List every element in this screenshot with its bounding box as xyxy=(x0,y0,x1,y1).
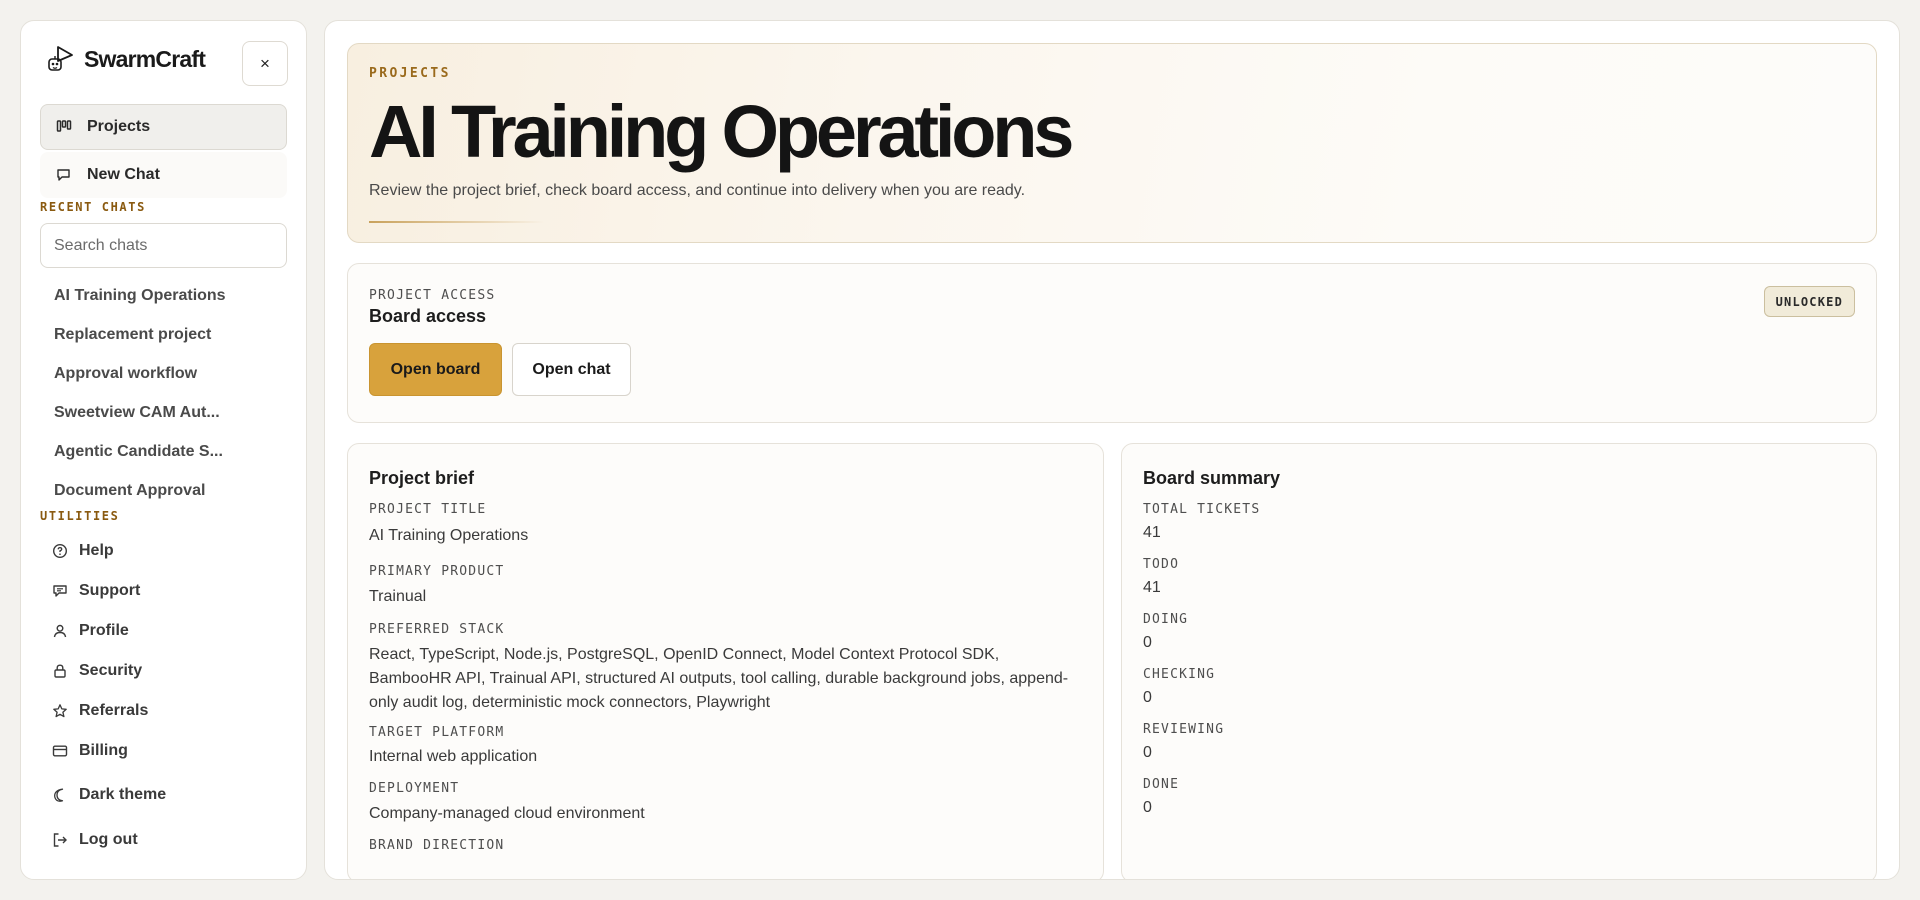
field-value: Trainual xyxy=(369,588,427,605)
util-dark-theme[interactable]: Dark theme xyxy=(40,774,287,816)
util-help-label: Help xyxy=(79,542,114,559)
card-icon xyxy=(52,743,68,759)
util-log-out-label: Log out xyxy=(79,831,138,848)
stat-value: 41 xyxy=(1143,524,1161,541)
profile-icon xyxy=(52,623,68,639)
chat-item[interactable]: AI Training Operations xyxy=(40,276,287,315)
lock-icon xyxy=(52,663,68,679)
board-summary-card: Board summary TOTAL TICKETS 41 TODO 41 D… xyxy=(1121,443,1877,879)
util-security[interactable]: Security xyxy=(40,651,287,691)
util-billing-label: Billing xyxy=(79,742,128,759)
project-header: PROJECTS AI Training Operations Review t… xyxy=(347,43,1877,243)
field-label: PRIMARY PRODUCT xyxy=(369,564,505,579)
chat-item[interactable]: Document Approval xyxy=(40,471,287,501)
chat-item[interactable]: Sweetview CAM Aut... xyxy=(40,393,287,432)
util-profile[interactable]: Profile xyxy=(40,611,287,651)
robot-logo-icon xyxy=(48,46,73,71)
field-value: AI Training Operations xyxy=(369,527,529,544)
page-subtitle: Review the project brief, check board ac… xyxy=(369,182,1026,199)
board-summary-title: Board summary xyxy=(1143,468,1281,488)
recent-chats-label: RECENT CHATS xyxy=(40,200,146,214)
support-icon xyxy=(52,583,68,599)
nav-new-chat[interactable]: New Chat xyxy=(40,152,287,198)
utilities-list: Help Support Profile Security Referrals … xyxy=(40,531,287,861)
util-referrals-label: Referrals xyxy=(79,702,149,719)
project-access-panel: PROJECT ACCESS Board access UNLOCKED Ope… xyxy=(347,263,1877,423)
field-label: PREFERRED STACK xyxy=(369,622,505,637)
stat-label: REVIEWING xyxy=(1143,722,1225,737)
util-profile-label: Profile xyxy=(79,622,129,639)
field-label: PROJECT TITLE xyxy=(369,502,487,517)
recent-chats-list: AI Training Operations Replacement proje… xyxy=(40,276,287,501)
field-value: Internal web application xyxy=(369,748,538,765)
board-access-title: Board access xyxy=(369,306,487,326)
util-help[interactable]: Help xyxy=(40,531,287,571)
stat-label: DONE xyxy=(1143,777,1180,792)
nav-projects-label: Projects xyxy=(87,118,151,135)
util-log-out[interactable]: Log out xyxy=(40,819,287,861)
nav-new-chat-label: New Chat xyxy=(87,166,160,183)
field-label: BRAND DIRECTION xyxy=(369,838,505,853)
util-support-label: Support xyxy=(79,582,141,599)
open-chat-button[interactable]: Open chat xyxy=(512,343,631,396)
main-content: PROJECTS AI Training Operations Review t… xyxy=(324,20,1900,880)
stat-label: TODO xyxy=(1143,557,1180,572)
status-badge: UNLOCKED xyxy=(1763,286,1855,317)
field-label: DEPLOYMENT xyxy=(369,781,460,796)
sidebar: SwarmCraft × Projects New Chat RECENT CH… xyxy=(20,20,307,880)
close-sidebar-button[interactable]: × xyxy=(242,41,288,86)
stat-label: DOING xyxy=(1143,612,1189,627)
open-board-button[interactable]: Open board xyxy=(369,343,502,396)
stat-label: CHECKING xyxy=(1143,667,1216,682)
stat-value: 41 xyxy=(1143,579,1161,596)
project-brief-title: Project brief xyxy=(369,468,475,488)
nav-projects[interactable]: Projects xyxy=(40,104,287,150)
access-actions: Open board Open chat xyxy=(369,343,1855,396)
chat-item[interactable]: Approval workflow xyxy=(40,354,287,393)
field-value: Company-managed cloud environment xyxy=(369,805,645,822)
header-divider xyxy=(369,221,544,223)
moon-icon xyxy=(52,787,68,803)
util-dark-theme-label: Dark theme xyxy=(79,786,167,803)
chat-item[interactable]: Agentic Candidate S... xyxy=(40,432,287,471)
field-label: TARGET PLATFORM xyxy=(369,725,505,740)
project-access-label: PROJECT ACCESS xyxy=(369,288,496,303)
util-billing[interactable]: Billing xyxy=(40,731,287,771)
search-input[interactable] xyxy=(54,236,273,255)
stat-value: 0 xyxy=(1143,799,1152,816)
logout-icon xyxy=(52,832,68,848)
help-icon xyxy=(52,543,68,559)
stat-value: 0 xyxy=(1143,634,1152,651)
detail-cards: Project brief PROJECT TITLE AI Training … xyxy=(347,443,1877,879)
util-security-label: Security xyxy=(79,662,143,679)
stat-value: 0 xyxy=(1143,689,1152,706)
utilities-label: UTILITIES xyxy=(40,509,120,523)
project-brief-card: Project brief PROJECT TITLE AI Training … xyxy=(347,443,1104,879)
search-chats[interactable] xyxy=(40,223,287,268)
app-name: SwarmCraft xyxy=(84,45,206,72)
kanban-icon xyxy=(55,118,73,136)
star-icon xyxy=(52,703,68,719)
breadcrumb: PROJECTS xyxy=(369,66,451,81)
chat-icon xyxy=(55,166,73,184)
util-referrals[interactable]: Referrals xyxy=(40,691,287,731)
page-title: AI Training Operations xyxy=(369,90,1074,173)
chat-item[interactable]: Replacement project xyxy=(40,315,287,354)
close-icon: × xyxy=(260,53,270,73)
stat-value: 0 xyxy=(1143,744,1152,761)
field-value: React, TypeScript, Node.js, PostgreSQL, … xyxy=(369,646,1069,711)
stat-label: TOTAL TICKETS xyxy=(1143,502,1261,517)
util-support[interactable]: Support xyxy=(40,571,287,611)
main-nav: Projects New Chat xyxy=(40,104,287,198)
